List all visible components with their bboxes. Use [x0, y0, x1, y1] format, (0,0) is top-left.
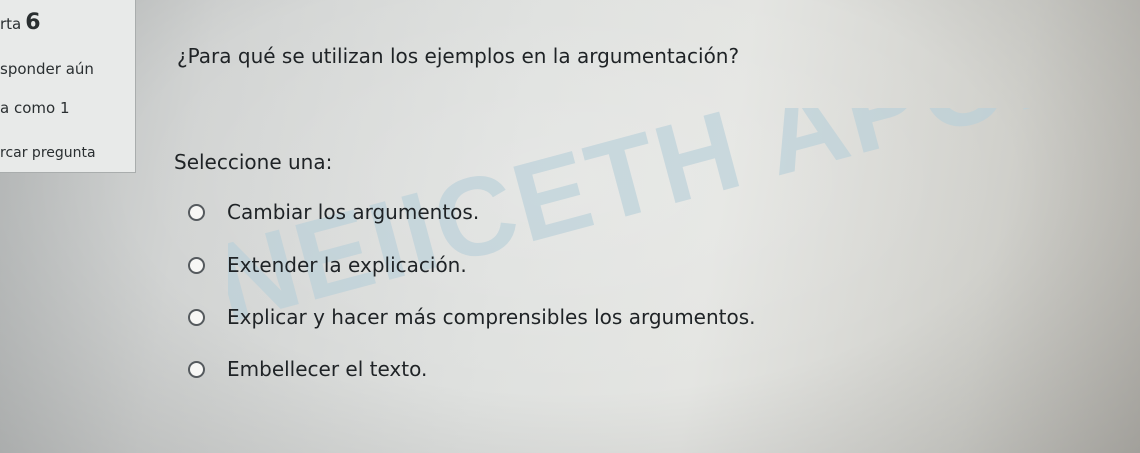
answer-option-label: Explicar y hacer más comprensibles los a…: [227, 305, 756, 329]
radio-button[interactable]: [188, 203, 205, 221]
question-status: sponder aún: [0, 60, 94, 78]
question-number-value: 6: [25, 10, 41, 35]
question-prefix: rta: [0, 15, 22, 33]
question-marks: a como 1: [0, 99, 70, 117]
answer-option-label: Embellecer el texto.: [227, 357, 428, 381]
answer-option[interactable]: Embellecer el texto.: [188, 355, 427, 383]
flag-question-link[interactable]: rcar pregunta: [0, 145, 96, 161]
question-info-panel: rta 6 sponder aún a como 1 rcar pregunta: [0, 0, 136, 173]
answer-option[interactable]: Extender la explicación.: [188, 251, 467, 279]
radio-button[interactable]: [188, 360, 205, 378]
answer-option[interactable]: Explicar y hacer más comprensibles los a…: [188, 303, 756, 331]
answer-option-label: Cambiar los argumentos.: [227, 200, 480, 224]
radio-button[interactable]: [188, 308, 205, 326]
answer-option[interactable]: Cambiar los argumentos.: [188, 198, 479, 226]
question-number: rta 6: [0, 10, 41, 35]
radio-button[interactable]: [188, 256, 205, 274]
select-prompt: Seleccione una:: [174, 150, 333, 174]
answer-option-label: Extender la explicación.: [227, 253, 467, 277]
question-text: ¿Para qué se utilizan los ejemplos en la…: [177, 44, 740, 68]
